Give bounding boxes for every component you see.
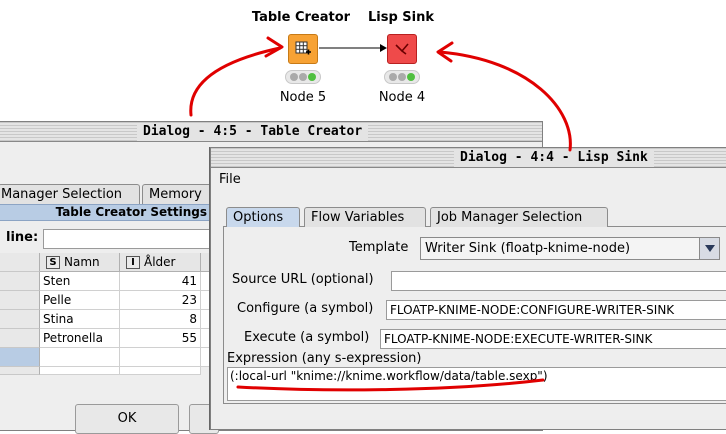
annotation-arrow-right (438, 50, 572, 152)
annotation-underline (236, 378, 545, 392)
annotation-arrowhead-left (264, 36, 284, 58)
annotation-arrow-left (189, 46, 282, 117)
annotation-overlay (189, 36, 572, 392)
